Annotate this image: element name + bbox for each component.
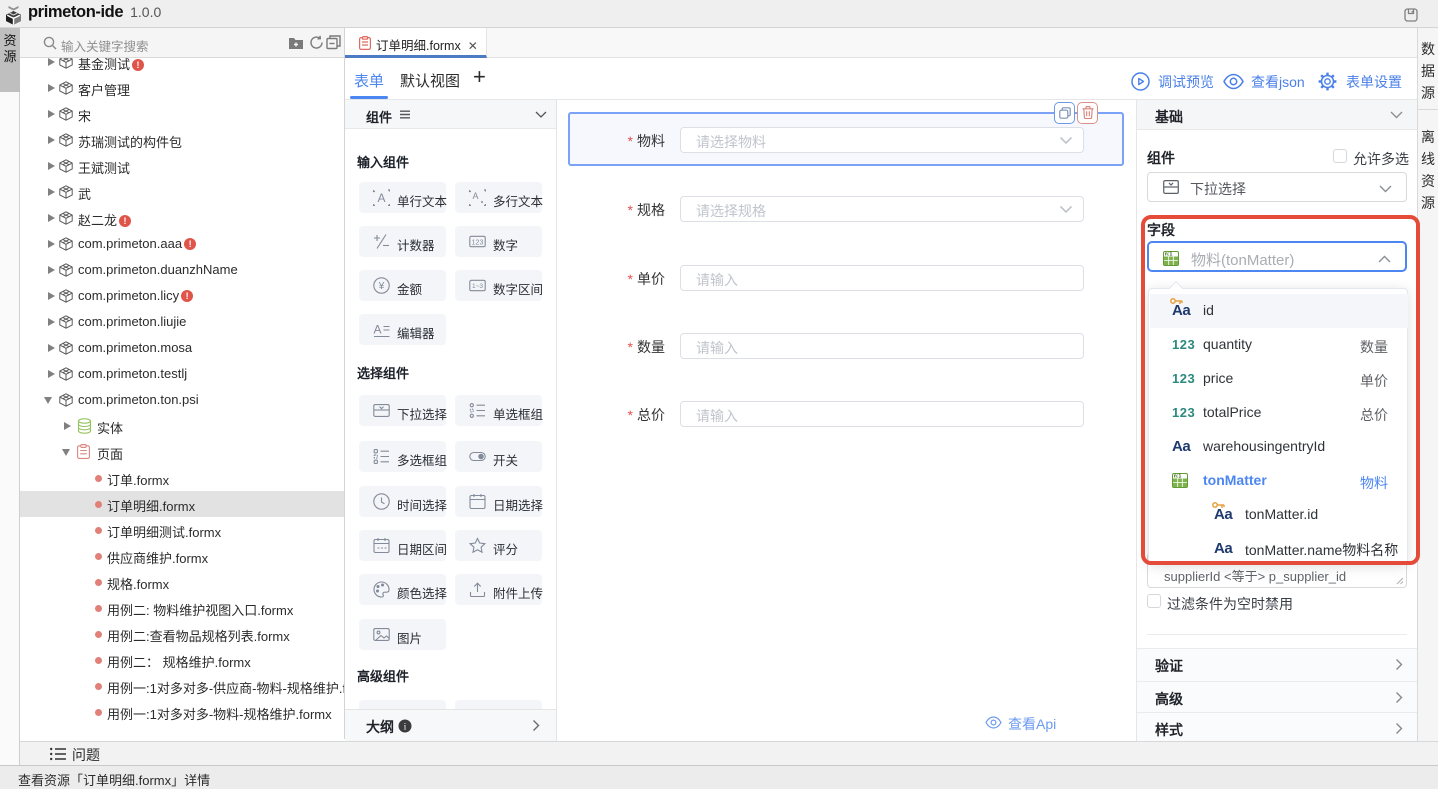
svg-text:¥: ¥ xyxy=(378,281,385,292)
svg-text:123: 123 xyxy=(472,239,484,246)
svg-text:A: A xyxy=(472,191,478,201)
svg-text:1~3: 1~3 xyxy=(472,283,483,290)
svg-text:A: A xyxy=(373,323,381,337)
svg-text:A: A xyxy=(377,191,385,205)
